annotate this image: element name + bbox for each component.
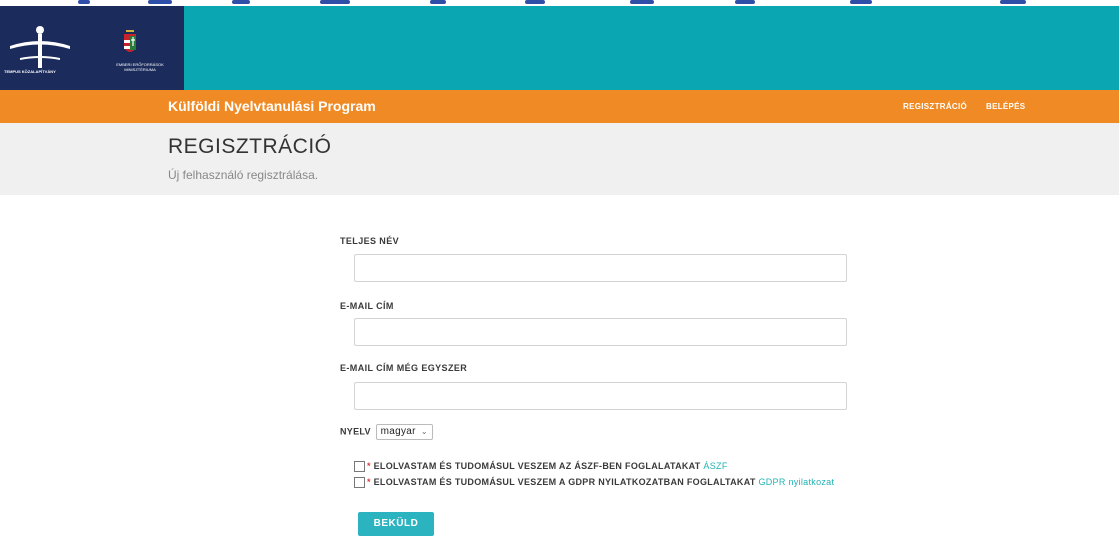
page-title: REGISZTRÁCIÓ: [168, 135, 332, 158]
site-header: TEMPUS KÖZALAPÍTVÁNY EMBERI ERŐFORRÁSOK …: [0, 6, 1119, 90]
main-navbar: Külföldi Nyelvtanulási Program REGISZTRÁ…: [0, 90, 1119, 123]
gdpr-link[interactable]: GDPR nyilatkozat: [758, 477, 834, 487]
page-hero: REGISZTRÁCIÓ Új felhasználó regisztrálás…: [0, 123, 1119, 195]
terms-checkbox[interactable]: [354, 461, 365, 472]
page-subtitle: Új felhasználó regisztrálása.: [168, 168, 319, 182]
terms-required-mark: *: [367, 461, 371, 471]
submit-button[interactable]: BEKÜLD: [358, 512, 434, 536]
full-name-input[interactable]: [354, 254, 847, 282]
chevron-down-icon: ⌄: [420, 427, 428, 436]
terms-row: * ELOLVASTAM ÉS TUDOMÁSUL VESZEM AZ ÁSZF…: [354, 460, 849, 474]
logo[interactable]: TEMPUS KÖZALAPÍTVÁNY EMBERI ERŐFORRÁSOK …: [0, 6, 184, 90]
language-label: NYELV: [340, 426, 371, 437]
gdpr-text: ELOLVASTAM ÉS TUDOMÁSUL VESZEM A GDPR NY…: [373, 477, 756, 487]
full-name-label: TELJES NÉV: [340, 236, 400, 246]
gdpr-required-mark: *: [367, 477, 371, 487]
email-confirm-label: E-MAIL CÍM MÉG EGYSZER: [340, 363, 468, 373]
gdpr-row: * ELOLVASTAM ÉS TUDOMÁSUL VESZEM A GDPR …: [354, 476, 849, 504]
registration-form: TELJES NÉV E-MAIL CÍM E-MAIL CÍM MÉG EGY…: [340, 195, 849, 536]
email-label: E-MAIL CÍM: [340, 301, 394, 311]
terms-link[interactable]: ÁSZF: [703, 461, 727, 471]
language-select[interactable]: magyar ⌄: [375, 424, 433, 440]
tempus-logo-icon: [10, 26, 136, 68]
nav-link-register[interactable]: REGISZTRÁCIÓ: [903, 90, 967, 123]
logo-text-right: EMBERI ERŐFORRÁSOK MINISZTÉRIUMA: [116, 62, 164, 72]
site-brand[interactable]: Külföldi Nyelvtanulási Program: [168, 90, 376, 123]
terms-text: ELOLVASTAM ÉS TUDOMÁSUL VESZEM AZ ÁSZF-B…: [373, 461, 701, 471]
gdpr-text-wrap: * ELOLVASTAM ÉS TUDOMÁSUL VESZEM A GDPR …: [367, 476, 849, 489]
language-row: NYELV magyar ⌄: [340, 424, 433, 440]
language-selected-value: magyar: [380, 426, 416, 437]
nav-link-login[interactable]: BELÉPÉS: [986, 90, 1025, 123]
email-input[interactable]: [354, 318, 847, 346]
terms-text-wrap: * ELOLVASTAM ÉS TUDOMÁSUL VESZEM AZ ÁSZF…: [367, 460, 849, 473]
gdpr-checkbox[interactable]: [354, 477, 365, 488]
email-confirm-input[interactable]: [354, 382, 847, 410]
logo-text-left: TEMPUS KÖZALAPÍTVÁNY: [4, 69, 56, 74]
